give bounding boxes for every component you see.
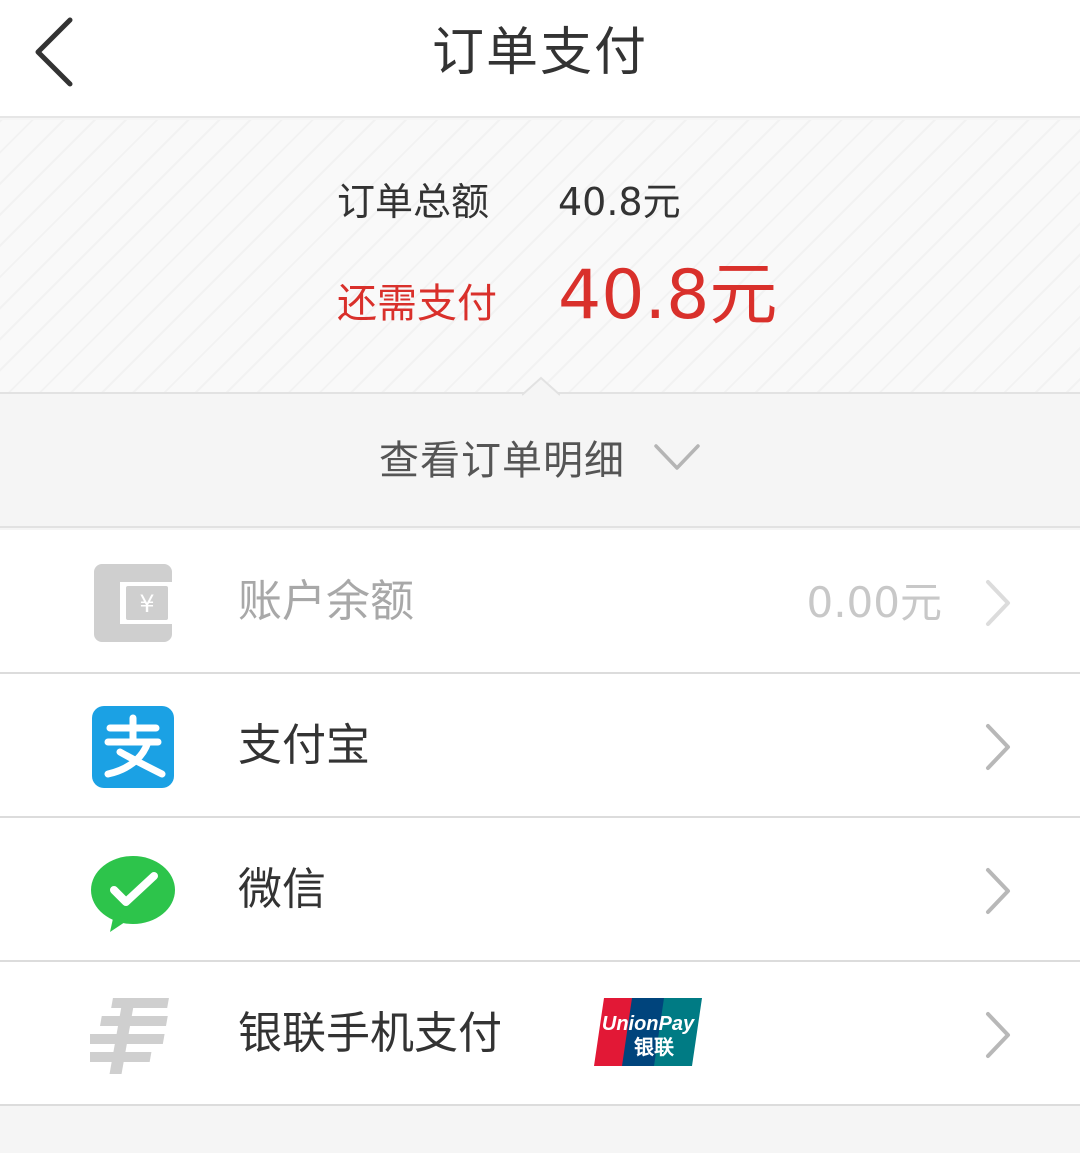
chevron-right-icon [986, 868, 1010, 914]
alipay-icon [92, 706, 174, 788]
order-summary: 订单总额 40.8元 还需支付 40.8元 [0, 120, 1080, 394]
payment-method-label: 银联手机支付 [238, 1008, 502, 1059]
payment-method-wechat[interactable]: 微信 [0, 818, 1080, 962]
top-bar: 订单支付 [0, 0, 1080, 118]
view-order-details-label: 查看订单明细 [379, 438, 625, 484]
payment-method-balance[interactable]: ¥ 账户余额 0.00元 [0, 530, 1080, 674]
payment-method-alipay[interactable]: 支付宝 [0, 674, 1080, 818]
payment-method-unionpay[interactable]: 银联手机支付 UnionPay 银联 [0, 962, 1080, 1106]
chevron-down-icon [654, 444, 700, 470]
pointer-notch [522, 376, 560, 396]
wechat-pay-icon [91, 856, 175, 932]
order-total-value: 40.8元 [558, 180, 681, 224]
unionpay-logo: UnionPay 银联 [594, 998, 702, 1066]
svg-text:UnionPay: UnionPay [602, 1013, 695, 1035]
view-order-details-button[interactable]: 查看订单明细 [0, 396, 1080, 528]
payment-method-label: 微信 [238, 864, 326, 915]
wallet-icon: ¥ [94, 564, 174, 642]
payment-method-label: 支付宝 [238, 720, 370, 771]
chevron-right-icon [986, 724, 1010, 770]
svg-text:银联: 银联 [634, 1035, 674, 1059]
svg-text:¥: ¥ [139, 590, 154, 618]
payment-method-label: 账户余额 [238, 576, 414, 627]
page-title: 订单支付 [431, 23, 648, 83]
amount-due-label: 还需支付 [337, 281, 497, 327]
amount-due-value: 40.8元 [558, 256, 778, 335]
chevron-right-icon [986, 1012, 1010, 1058]
order-total-label: 订单总额 [337, 180, 490, 224]
unionpay-icon [90, 998, 169, 1074]
balance-amount: 0.00元 [806, 578, 942, 627]
payment-method-list: ¥ 账户余额 0.00元 支付宝 微信 银联手机支付 UnionPay 银联 [0, 530, 1080, 1106]
chevron-right-icon [986, 580, 1010, 626]
